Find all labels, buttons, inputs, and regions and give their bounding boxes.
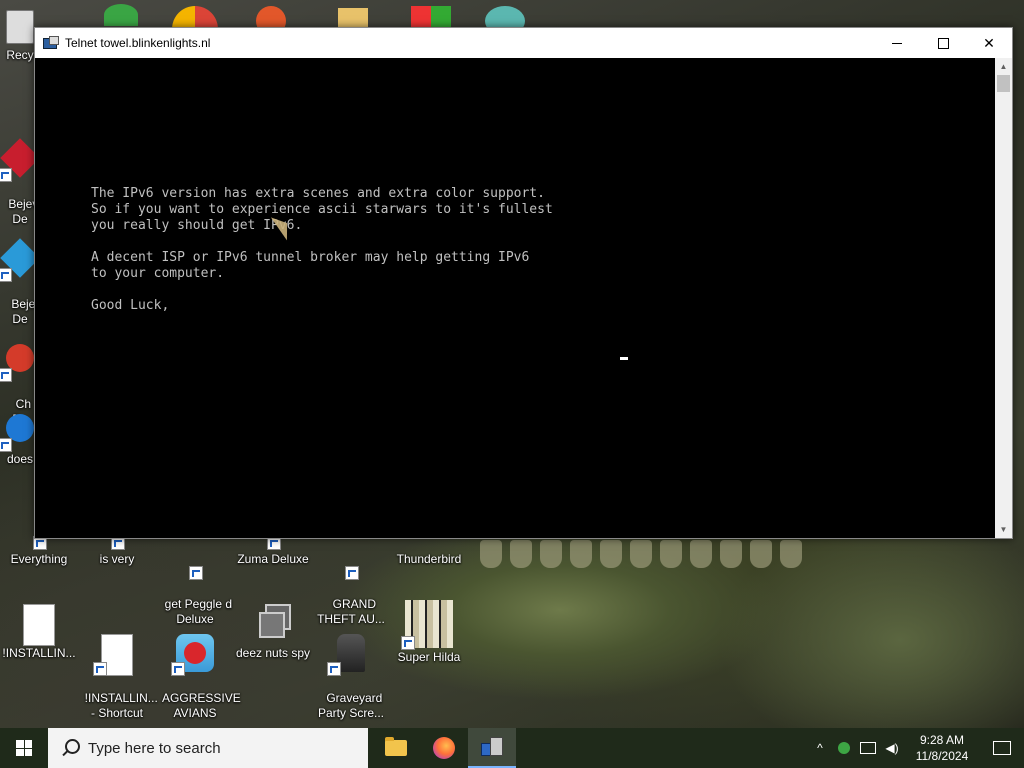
window-titlebar[interactable]: Telnet towel.blinkenlights.nl ✕: [35, 28, 1012, 58]
taskbar-file-explorer[interactable]: [372, 728, 420, 768]
wallpaper-decoration: [470, 540, 850, 580]
desktop-icon-aggressive-avians[interactable]: AGGRESSIVE AVIANS: [156, 604, 241, 721]
taskbar: Type here to search ^ ◀) 9:28 AM 11/8/20…: [0, 728, 1024, 768]
desktop-icon-label: does: [6, 452, 34, 466]
minimize-button[interactable]: [874, 28, 920, 58]
desktop-icon-partial-3[interactable]: [248, 0, 294, 28]
desktop-icon-label: deez nuts spy: [235, 646, 311, 660]
desktop-icon-deez-nuts-spy[interactable]: deez nuts spy: [234, 604, 312, 661]
taskbar-telnet[interactable]: [468, 728, 516, 768]
game-icon: [327, 634, 371, 676]
text-file-icon: [19, 604, 59, 646]
scrollbar-thumb[interactable]: [997, 75, 1010, 92]
console-text: The IPv6 version has extra scenes and ex…: [91, 186, 553, 313]
clock-time: 9:28 AM: [919, 733, 965, 747]
telnet-window[interactable]: Telnet towel.blinkenlights.nl ✕ The IPv6…: [34, 27, 1013, 539]
search-icon: [60, 738, 80, 758]
vertical-scrollbar[interactable]: ▲ ▼: [995, 58, 1012, 538]
windows-logo-icon: [16, 740, 32, 756]
chevron-up-icon[interactable]: ^: [808, 728, 832, 768]
telnet-app-icon: [43, 36, 59, 50]
desktop-icon-installin[interactable]: !INSTALLIN...: [0, 604, 78, 661]
desktop-icon-label: Zuma Deluxe: [237, 552, 309, 566]
scroll-up-icon[interactable]: ▲: [995, 58, 1012, 75]
maximize-button[interactable]: [920, 28, 966, 58]
notification-button[interactable]: [980, 728, 1024, 768]
desktop-icon-is-very[interactable]: is very: [78, 536, 156, 567]
desktop-icon-label: Super Hilda: [397, 650, 461, 664]
desktop-icon-partial-1[interactable]: [98, 0, 144, 28]
firefox-icon: [433, 737, 455, 759]
start-button[interactable]: [0, 728, 48, 768]
text-cursor: [620, 357, 628, 360]
desktop-icon-label: Recy: [6, 48, 34, 62]
windows-stack-icon: [253, 604, 293, 644]
desktop-icon-partial-4[interactable]: [330, 0, 376, 28]
desktop-icon-super-hilda[interactable]: Super Hilda: [390, 600, 468, 665]
maximize-icon: [937, 37, 949, 49]
folder-icon: [385, 737, 407, 756]
desktop-icon-label: Graveyard Party Scre...: [317, 691, 385, 720]
desktop-icon-thunderbird[interactable]: Thunderbird: [390, 536, 468, 567]
desktop-icon-zuma[interactable]: Zuma Deluxe: [234, 536, 312, 567]
desktop-icon-partial-6[interactable]: [482, 0, 528, 28]
notification-icon: [993, 741, 1011, 755]
search-placeholder: Type here to search: [88, 739, 221, 757]
desktop-icon-installin-shortcut[interactable]: !INSTALLIN... - Shortcut: [78, 604, 158, 721]
network-icon[interactable]: [856, 728, 880, 768]
desktop-icon-everything[interactable]: Everything: [0, 536, 78, 567]
clock-date: 11/8/2024: [915, 749, 969, 763]
tray-app-icon[interactable]: [832, 728, 856, 768]
window-title: Telnet towel.blinkenlights.nl: [65, 36, 211, 50]
system-tray: ^ ◀) 9:28 AM 11/8/2024: [808, 728, 1024, 768]
desktop-icon-graveyard[interactable]: Graveyard Party Scre...: [312, 604, 390, 721]
taskbar-firefox[interactable]: [420, 728, 468, 768]
minimize-icon: [892, 42, 902, 44]
telnet-icon: [481, 737, 503, 757]
close-button[interactable]: ✕: [966, 28, 1012, 58]
clock[interactable]: 9:28 AM 11/8/2024: [904, 732, 980, 764]
desktop-icon-label: is very: [99, 552, 135, 566]
text-file-icon: [93, 634, 137, 676]
chrome-icon[interactable]: [172, 0, 218, 28]
close-icon: ✕: [983, 34, 995, 51]
volume-icon[interactable]: ◀): [880, 728, 904, 768]
desktop-icon-label: !INSTALLIN...: [2, 646, 76, 660]
pixel-art-icon: [401, 600, 453, 650]
scroll-down-icon[interactable]: ▼: [995, 521, 1012, 538]
desktop-icon-label: Thunderbird: [396, 552, 462, 566]
angry-bird-icon: [171, 634, 215, 676]
search-box[interactable]: Type here to search: [48, 728, 368, 768]
desktop-icon-label: !INSTALLIN... - Shortcut: [84, 691, 158, 720]
shield-icon[interactable]: [408, 0, 454, 28]
desktop-icon-label: AGGRESSIVE AVIANS: [162, 691, 241, 720]
console-area[interactable]: The IPv6 version has extra scenes and ex…: [35, 58, 995, 538]
desktop-icon-label: Everything: [10, 552, 68, 566]
